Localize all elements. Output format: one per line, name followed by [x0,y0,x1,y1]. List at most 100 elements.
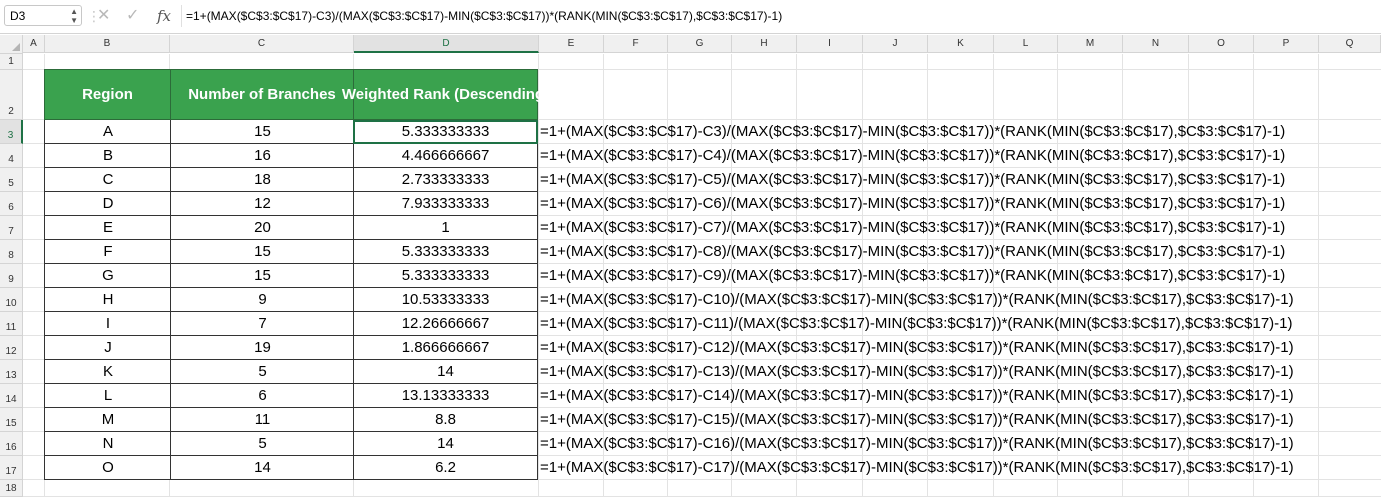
column-header[interactable]: I [797,35,863,53]
formula-text-cell[interactable]: =1+(MAX($C$3:$C$17)-C4)/(MAX($C$3:$C$17)… [540,144,1285,168]
formula-input[interactable]: =1+(MAX($C$3:$C$17)-C3)/(MAX($C$3:$C$17)… [186,7,782,25]
formula-text-cell[interactable]: =1+(MAX($C$3:$C$17)-C7)/(MAX($C$3:$C$17)… [540,216,1285,240]
cell-branches[interactable]: 5 [170,432,354,456]
cell-region[interactable]: B [44,144,171,168]
formula-text-cell[interactable]: =1+(MAX($C$3:$C$17)-C8)/(MAX($C$3:$C$17)… [540,240,1285,264]
column-header[interactable]: J [863,35,928,53]
cell-weighted-rank[interactable]: 14 [353,432,538,456]
cell-region[interactable]: A [44,120,171,144]
cell-branches[interactable]: 12 [170,192,354,216]
row-header[interactable]: 2 [0,70,23,120]
cell-region[interactable]: H [44,288,171,312]
formula-text-cell[interactable]: =1+(MAX($C$3:$C$17)-C14)/(MAX($C$3:$C$17… [540,384,1294,408]
cell-branches[interactable]: 11 [170,408,354,432]
cell-region[interactable]: C [44,168,171,192]
cell-weighted-rank[interactable]: 5.333333333 [353,264,538,288]
column-header[interactable]: O [1189,35,1254,53]
cancel-icon[interactable]: ✕ [97,6,110,26]
cell-region[interactable]: F [44,240,171,264]
row-header[interactable]: 5 [0,168,23,192]
row-header[interactable]: 1 [0,54,23,70]
row-header[interactable]: 15 [0,408,23,432]
cell-branches[interactable]: 16 [170,144,354,168]
cell-weighted-rank[interactable]: 1 [353,216,538,240]
cell-region[interactable]: K [44,360,171,384]
cell-region[interactable]: N [44,432,171,456]
row-header[interactable]: 13 [0,360,23,384]
cell-weighted-rank[interactable]: 4.466666667 [353,144,538,168]
header-region[interactable]: Region [44,69,171,120]
formula-text-cell[interactable]: =1+(MAX($C$3:$C$17)-C17)/(MAX($C$3:$C$17… [540,456,1294,480]
formula-text-cell[interactable]: =1+(MAX($C$3:$C$17)-C16)/(MAX($C$3:$C$17… [540,432,1294,456]
cell-weighted-rank[interactable]: 5.333333333 [353,240,538,264]
formula-text-cell[interactable]: =1+(MAX($C$3:$C$17)-C12)/(MAX($C$3:$C$17… [540,336,1294,360]
row-header[interactable]: 9 [0,264,23,288]
cell-branches[interactable]: 15 [170,120,354,144]
header-number-of-branches[interactable]: Number of Branches [170,69,354,120]
cell-branches[interactable]: 18 [170,168,354,192]
cell-weighted-rank[interactable]: 5.333333333 [353,120,538,144]
cell-branches[interactable]: 9 [170,288,354,312]
cell-branches[interactable]: 6 [170,384,354,408]
cell-region[interactable]: G [44,264,171,288]
cell-weighted-rank[interactable]: 2.733333333 [353,168,538,192]
cell-weighted-rank[interactable]: 8.8 [353,408,538,432]
cell-weighted-rank[interactable]: 7.933333333 [353,192,538,216]
row-header[interactable]: 6 [0,192,23,216]
row-header[interactable]: 14 [0,384,23,408]
formula-text-cell[interactable]: =1+(MAX($C$3:$C$17)-C9)/(MAX($C$3:$C$17)… [540,264,1285,288]
row-header[interactable]: 17 [0,456,23,480]
row-header[interactable]: 11 [0,312,23,336]
cell-region[interactable]: D [44,192,171,216]
formula-text-cell[interactable]: =1+(MAX($C$3:$C$17)-C3)/(MAX($C$3:$C$17)… [540,120,1285,144]
column-header[interactable]: B [45,35,170,53]
row-header[interactable]: 18 [0,480,23,497]
row-header[interactable]: 16 [0,432,23,456]
column-header[interactable]: M [1058,35,1123,53]
row-header[interactable]: 4 [0,144,23,168]
cell-region[interactable]: I [44,312,171,336]
formula-text-cell[interactable]: =1+(MAX($C$3:$C$17)-C11)/(MAX($C$3:$C$17… [540,312,1293,336]
column-header[interactable]: G [668,35,732,53]
cell-region[interactable]: M [44,408,171,432]
cell-branches[interactable]: 19 [170,336,354,360]
column-header[interactable]: Q [1319,35,1381,53]
row-header[interactable]: 7 [0,216,23,240]
cell-region[interactable]: J [44,336,171,360]
cell-weighted-rank[interactable]: 1.866666667 [353,336,538,360]
cell-region[interactable]: O [44,456,171,480]
header-weighted-rank[interactable]: Weighted Rank (Descending) [342,69,549,120]
column-header[interactable]: K [928,35,994,53]
cell-weighted-rank[interactable]: 10.53333333 [353,288,538,312]
formula-text-cell[interactable]: =1+(MAX($C$3:$C$17)-C10)/(MAX($C$3:$C$17… [540,288,1294,312]
column-header[interactable]: E [539,35,604,53]
select-all-corner[interactable] [0,35,23,54]
formula-text-cell[interactable]: =1+(MAX($C$3:$C$17)-C5)/(MAX($C$3:$C$17)… [540,168,1285,192]
column-header[interactable]: A [23,35,45,53]
column-header[interactable]: D [354,35,539,53]
cell-branches[interactable]: 15 [170,240,354,264]
cell-branches[interactable]: 20 [170,216,354,240]
cell-weighted-rank[interactable]: 12.26666667 [353,312,538,336]
column-header[interactable]: H [732,35,797,53]
cell-branches[interactable]: 15 [170,264,354,288]
column-header[interactable]: P [1254,35,1319,53]
enter-icon[interactable]: ✓ [126,6,139,26]
column-header[interactable]: C [170,35,354,53]
cell-branches[interactable]: 5 [170,360,354,384]
row-header[interactable]: 10 [0,288,23,312]
cell-region[interactable]: L [44,384,171,408]
name-box[interactable]: D3 ▲ ▼ [4,5,82,26]
insert-function-icon[interactable]: fx [157,6,171,26]
formula-text-cell[interactable]: =1+(MAX($C$3:$C$17)-C13)/(MAX($C$3:$C$17… [540,360,1294,384]
column-header[interactable]: L [994,35,1058,53]
column-header[interactable]: F [604,35,668,53]
cell-branches[interactable]: 7 [170,312,354,336]
column-header[interactable]: N [1123,35,1189,53]
formula-text-cell[interactable]: =1+(MAX($C$3:$C$17)-C6)/(MAX($C$3:$C$17)… [540,192,1285,216]
row-header[interactable]: 8 [0,240,23,264]
row-header[interactable]: 3 [0,120,23,144]
cell-weighted-rank[interactable]: 6.2 [353,456,538,480]
name-box-stepper-icon[interactable]: ▲ ▼ [70,7,78,25]
cell-region[interactable]: E [44,216,171,240]
